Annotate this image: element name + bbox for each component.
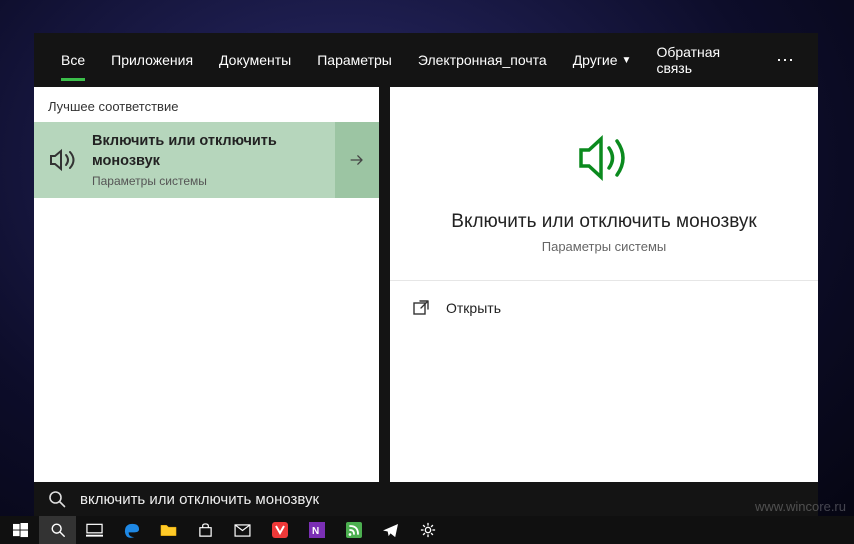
- open-icon: [412, 299, 430, 317]
- expand-arrow-button[interactable]: [335, 122, 379, 198]
- rss-icon: [346, 522, 362, 538]
- telegram-icon: [382, 523, 399, 538]
- edge-button[interactable]: [113, 516, 150, 544]
- gear-icon: [420, 522, 436, 538]
- speaker-icon: [569, 123, 639, 193]
- vivaldi-button[interactable]: [261, 516, 298, 544]
- windows-icon: [13, 523, 28, 538]
- result-item[interactable]: Включить или отключить монозвук Параметр…: [34, 122, 335, 198]
- mail-button[interactable]: [224, 516, 261, 544]
- preview-pane: Включить или отключить монозвук Параметр…: [390, 87, 818, 482]
- mail-icon: [234, 524, 251, 537]
- speaker-icon: [46, 144, 78, 176]
- watermark: www.wincore.ru: [755, 499, 846, 514]
- tab-other[interactable]: Другие▼: [560, 33, 645, 87]
- tab-email[interactable]: Электронная_почта: [405, 33, 560, 87]
- search-icon: [50, 522, 66, 538]
- content-area: Лучшее соответствие Включить или отключи…: [34, 87, 818, 482]
- search-button[interactable]: [39, 516, 76, 544]
- onenote-icon: N: [309, 522, 325, 538]
- preview-subtitle: Параметры системы: [542, 239, 667, 254]
- start-button[interactable]: [2, 516, 39, 544]
- taskbar: N: [0, 516, 854, 544]
- search-icon: [48, 490, 66, 508]
- taskview-icon: [86, 523, 103, 537]
- results-pane: Лучшее соответствие Включить или отключи…: [34, 87, 379, 482]
- tab-apps[interactable]: Приложения: [98, 33, 206, 87]
- preview-title: Включить или отключить монозвук: [451, 211, 756, 233]
- more-icon[interactable]: ⋯: [768, 50, 804, 71]
- taskview-button[interactable]: [76, 516, 113, 544]
- open-label: Открыть: [446, 300, 501, 316]
- explorer-button[interactable]: [150, 516, 187, 544]
- telegram-button[interactable]: [372, 516, 409, 544]
- settings-button[interactable]: [409, 516, 446, 544]
- tab-docs[interactable]: Документы: [206, 33, 304, 87]
- feedback-link[interactable]: Обратная связь: [644, 44, 768, 76]
- tab-settings[interactable]: Параметры: [304, 33, 405, 87]
- vivaldi-icon: [272, 522, 288, 538]
- section-label: Лучшее соответствие: [34, 87, 379, 122]
- chevron-down-icon: ▼: [622, 55, 632, 66]
- onenote-button[interactable]: N: [298, 516, 335, 544]
- svg-text:N: N: [312, 526, 319, 537]
- edge-icon: [123, 522, 140, 539]
- search-query-text: включить или отключить монозвук: [80, 491, 319, 508]
- search-panel: Все Приложения Документы Параметры Элект…: [34, 33, 818, 516]
- search-input-row[interactable]: включить или отключить монозвук: [34, 482, 818, 516]
- folder-icon: [160, 523, 177, 537]
- filter-tabs: Все Приложения Документы Параметры Элект…: [34, 33, 818, 87]
- open-action[interactable]: Открыть: [412, 295, 796, 321]
- rss-button[interactable]: [335, 516, 372, 544]
- store-button[interactable]: [187, 516, 224, 544]
- store-icon: [198, 523, 213, 538]
- arrow-right-icon: [347, 150, 367, 170]
- tab-all[interactable]: Все: [48, 33, 98, 87]
- result-title: Включить или отключить монозвук: [92, 132, 323, 171]
- result-subtitle: Параметры системы: [92, 174, 323, 188]
